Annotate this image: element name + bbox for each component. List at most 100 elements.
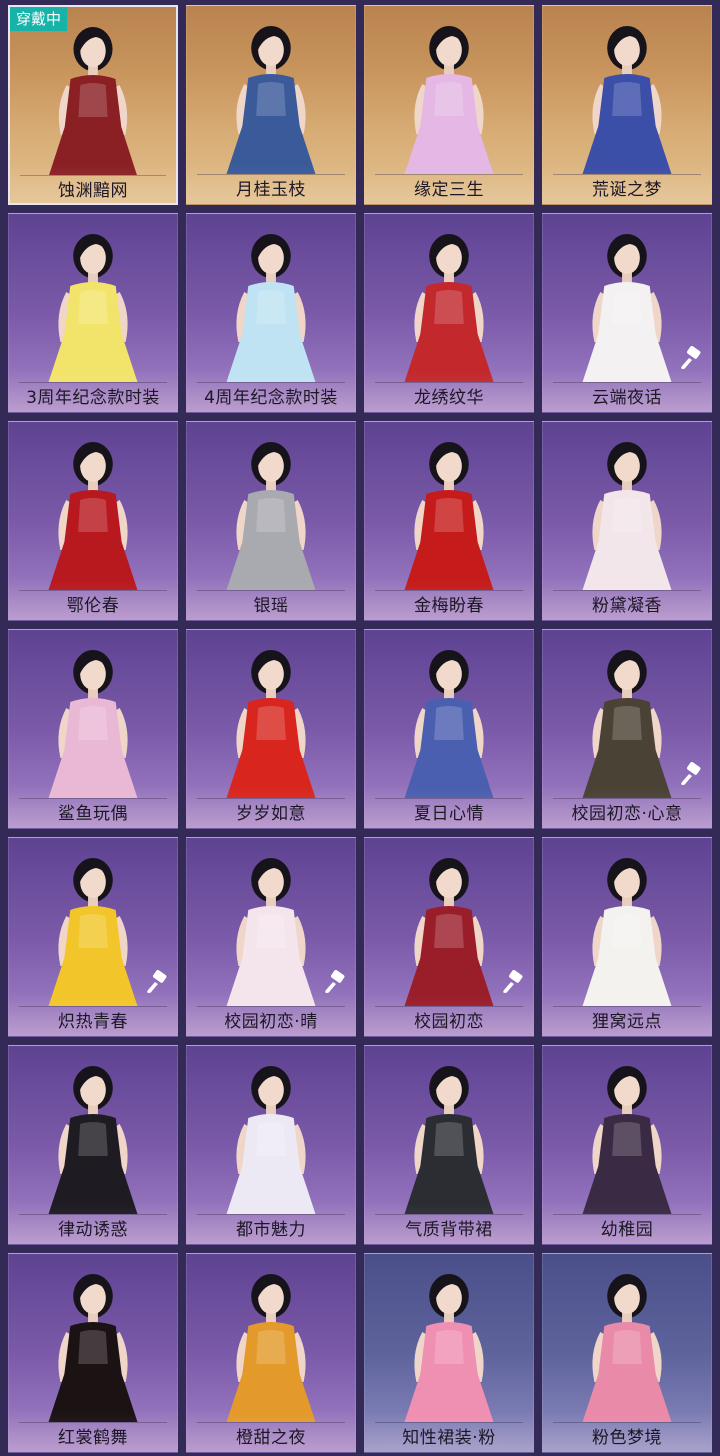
outfit-name: 幼稚园 xyxy=(600,1220,654,1240)
outfit-preview xyxy=(187,630,355,798)
character-figure xyxy=(226,442,316,590)
outfit-preview xyxy=(9,630,177,798)
outfit-preview xyxy=(543,6,711,174)
outfit-card[interactable]: 云端夜话 xyxy=(542,213,712,413)
outfit-card[interactable]: 鄂伦春 xyxy=(8,421,178,621)
outfit-name: 云端夜话 xyxy=(592,388,662,408)
outfit-card[interactable]: 夏日心情 xyxy=(364,629,534,829)
outfit-name: 气质背带裙 xyxy=(405,1220,493,1240)
name-divider xyxy=(197,798,345,799)
outfit-card[interactable]: 粉色梦境 xyxy=(542,1253,712,1453)
outfit-card[interactable]: 都市魅力 xyxy=(186,1045,356,1245)
name-divider xyxy=(375,590,523,591)
outfit-name: 3周年纪念款时装 xyxy=(26,388,160,408)
outfit-card[interactable]: 龙绣纹华 xyxy=(364,213,534,413)
dye-brush-icon xyxy=(503,970,523,993)
outfit-name: 金梅盼春 xyxy=(414,596,484,616)
character-figure xyxy=(48,442,138,590)
outfit-preview xyxy=(365,630,533,798)
character-figure xyxy=(582,1274,672,1422)
character-figure xyxy=(404,442,494,590)
outfit-preview xyxy=(365,422,533,590)
outfit-name: 校园初恋·心意 xyxy=(571,804,683,824)
outfit-card[interactable]: 粉黛凝香 xyxy=(542,421,712,621)
name-divider xyxy=(553,174,701,175)
name-divider xyxy=(553,1006,701,1007)
character-figure xyxy=(226,234,316,382)
name-divider xyxy=(553,1422,701,1423)
outfit-card[interactable]: 律动诱惑 xyxy=(8,1045,178,1245)
outfit-card[interactable]: 橙甜之夜 xyxy=(186,1253,356,1453)
outfit-preview xyxy=(187,6,355,174)
outfit-card[interactable]: 狸窝远点 xyxy=(542,837,712,1037)
name-divider xyxy=(197,590,345,591)
outfit-card[interactable]: 炽热青春 xyxy=(8,837,178,1037)
outfit-preview xyxy=(187,1254,355,1422)
outfit-preview xyxy=(187,422,355,590)
character-figure xyxy=(582,1066,672,1214)
outfit-name: 鄂伦春 xyxy=(66,596,120,616)
outfit-name: 夏日心情 xyxy=(414,804,484,824)
outfit-name: 龙绣纹华 xyxy=(414,388,484,408)
dye-brush-icon xyxy=(681,346,701,369)
equipped-badge: 穿戴中 xyxy=(10,7,68,31)
outfit-preview xyxy=(187,214,355,382)
outfit-card[interactable]: 缘定三生 xyxy=(364,5,534,205)
outfit-preview xyxy=(543,838,711,1006)
outfit-preview xyxy=(187,1046,355,1214)
outfit-name: 蚀渊黯网 xyxy=(58,181,128,201)
outfit-name: 岁岁如意 xyxy=(236,804,306,824)
outfit-preview xyxy=(9,422,177,590)
outfit-name: 知性裙装·粉 xyxy=(402,1428,496,1448)
outfit-card[interactable]: 荒诞之梦 xyxy=(542,5,712,205)
outfit-name: 炽热青春 xyxy=(58,1012,128,1032)
outfit-preview xyxy=(365,1046,533,1214)
outfit-name: 4周年纪念款时装 xyxy=(204,388,338,408)
outfit-card[interactable]: 岁岁如意 xyxy=(186,629,356,829)
character-figure xyxy=(582,858,672,1006)
outfit-name: 狸窝远点 xyxy=(592,1012,662,1032)
name-divider xyxy=(375,1214,523,1215)
outfit-card[interactable]: 校园初恋·心意 xyxy=(542,629,712,829)
name-divider xyxy=(197,174,345,175)
name-divider xyxy=(375,382,523,383)
outfit-card[interactable]: 4周年纪念款时装 xyxy=(186,213,356,413)
outfit-card[interactable]: 气质背带裙 xyxy=(364,1045,534,1245)
dye-brush-icon xyxy=(681,762,701,785)
character-figure xyxy=(404,26,494,174)
outfit-name: 鲨鱼玩偶 xyxy=(58,804,128,824)
character-figure xyxy=(404,1066,494,1214)
name-divider xyxy=(19,1214,167,1215)
outfit-card[interactable]: 校园初恋·晴 xyxy=(186,837,356,1037)
outfit-preview xyxy=(543,1254,711,1422)
outfit-name: 粉黛凝香 xyxy=(592,596,662,616)
name-divider xyxy=(19,1422,167,1423)
character-figure xyxy=(226,1274,316,1422)
outfit-card[interactable]: 穿戴中蚀渊黯网 xyxy=(8,5,178,205)
outfit-preview xyxy=(9,1046,177,1214)
outfit-card[interactable]: 金梅盼春 xyxy=(364,421,534,621)
outfit-preview xyxy=(365,6,533,174)
name-divider xyxy=(197,1214,345,1215)
character-figure xyxy=(582,26,672,174)
name-divider xyxy=(553,1214,701,1215)
outfit-card[interactable]: 月桂玉枝 xyxy=(186,5,356,205)
dye-brush-icon xyxy=(325,970,345,993)
outfit-card[interactable]: 鲨鱼玩偶 xyxy=(8,629,178,829)
character-figure xyxy=(49,27,137,175)
outfit-card[interactable]: 银瑶 xyxy=(186,421,356,621)
outfit-name: 橙甜之夜 xyxy=(236,1428,306,1448)
character-figure xyxy=(48,650,138,798)
outfit-card[interactable]: 红裳鹤舞 xyxy=(8,1253,178,1453)
outfit-card[interactable]: 知性裙装·粉 xyxy=(364,1253,534,1453)
outfit-name: 都市魅力 xyxy=(236,1220,306,1240)
name-divider xyxy=(20,175,166,176)
name-divider xyxy=(197,382,345,383)
name-divider xyxy=(19,382,167,383)
outfit-card[interactable]: 幼稚园 xyxy=(542,1045,712,1245)
dye-brush-icon xyxy=(147,970,167,993)
outfit-preview xyxy=(365,214,533,382)
character-figure xyxy=(404,650,494,798)
outfit-card[interactable]: 3周年纪念款时装 xyxy=(8,213,178,413)
outfit-card[interactable]: 校园初恋 xyxy=(364,837,534,1037)
